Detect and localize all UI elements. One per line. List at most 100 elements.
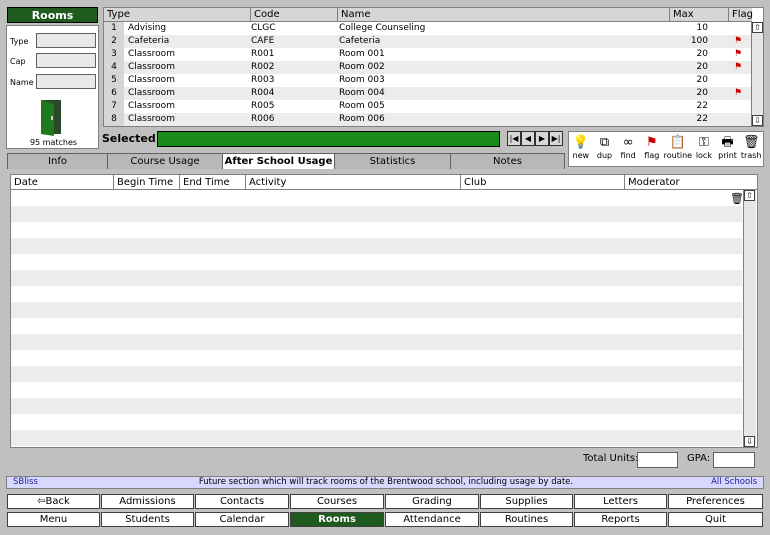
table-row[interactable]: 3 Classroom R001 Room 001 20 ⚑	[104, 48, 751, 61]
table-row[interactable]: 8 Classroom R006 Room 006 22	[104, 113, 751, 126]
toolbar-label: routine	[663, 151, 693, 160]
cell-max: 20	[696, 88, 708, 98]
table-row[interactable]: 5 Classroom R003 Room 003 20	[104, 74, 751, 87]
table-row[interactable]: 7 Classroom R005 Room 005 22	[104, 100, 751, 113]
nav-back-button[interactable]: ⇦Back	[7, 494, 100, 509]
nav-label: Reports	[601, 514, 640, 525]
cap-filter-input[interactable]	[36, 53, 96, 68]
nav-quit-button[interactable]: Quit	[668, 512, 763, 527]
delete-row-trash-icon[interactable]: 🗑	[730, 192, 744, 205]
nav-attendance-button[interactable]: Attendance	[385, 512, 479, 527]
filter-panel: Type Cap Name 95 matches	[6, 25, 99, 149]
next-record-icon[interactable]: ▶	[535, 131, 549, 146]
content-scrollbar[interactable]: ⇧ ⇩	[743, 190, 756, 447]
total-units-field	[637, 452, 678, 468]
list-item[interactable]	[11, 286, 742, 302]
list-item[interactable]	[11, 382, 742, 398]
selected-field[interactable]	[157, 131, 500, 147]
gpa-field	[713, 452, 755, 468]
cell-max: 22	[696, 101, 708, 111]
row-number: 3	[104, 48, 124, 61]
col-moderator[interactable]: Moderator	[625, 175, 757, 190]
col-flag[interactable]: Flag	[729, 8, 753, 22]
nav-admissions-button[interactable]: Admissions	[101, 494, 194, 509]
nav-menu-button[interactable]: Menu	[7, 512, 100, 527]
list-item[interactable]	[11, 414, 742, 430]
list-item[interactable]	[11, 254, 742, 270]
lock-button[interactable]: ⚿ lock	[692, 132, 716, 166]
print-button[interactable]: 🖶 print	[716, 132, 740, 166]
nav-supplies-button[interactable]: Supplies	[480, 494, 573, 509]
tab-after-school-usage[interactable]: After School Usage	[222, 153, 335, 169]
col-type[interactable]: Type	[104, 8, 251, 22]
list-item[interactable]	[11, 366, 742, 382]
key-icon: ⚿	[698, 135, 709, 150]
table-row[interactable]: 6 Classroom R004 Room 004 20 ⚑	[104, 87, 751, 100]
nav-contacts-button[interactable]: Contacts	[195, 494, 289, 509]
table-row[interactable]: 2 Cafeteria CAFE Cafeteria 100 ⚑	[104, 35, 751, 48]
col-name[interactable]: Name	[338, 8, 670, 22]
door-icon[interactable]	[38, 98, 68, 136]
nav-reports-button[interactable]: Reports	[574, 512, 667, 527]
list-item[interactable]	[11, 318, 742, 334]
nav-letters-button[interactable]: Letters	[574, 494, 667, 509]
nav-rooms-button[interactable]: Rooms	[290, 512, 384, 527]
tab-notes[interactable]: Notes	[450, 153, 565, 169]
list-item[interactable]	[11, 334, 742, 350]
routine-button[interactable]: 📋 routine	[664, 132, 692, 166]
nav-courses-button[interactable]: Courses	[290, 494, 384, 509]
list-item[interactable]	[11, 302, 742, 318]
prev-record-icon[interactable]: ◀	[521, 131, 535, 146]
table-row[interactable]: 4 Classroom R002 Room 002 20 ⚑	[104, 61, 751, 74]
cell-type: Classroom	[128, 75, 175, 85]
col-code[interactable]: Code	[251, 8, 338, 22]
new-button[interactable]: 💡 new	[569, 132, 593, 166]
scroll-up-arrow-icon[interactable]: ⇧	[752, 22, 763, 33]
nav-grading-button[interactable]: Grading	[385, 494, 479, 509]
col-club[interactable]: Club	[461, 175, 625, 190]
first-record-icon[interactable]: |◀	[507, 131, 521, 146]
list-item[interactable]	[11, 222, 742, 238]
tab-info[interactable]: Info	[7, 153, 108, 169]
nav-calendar-button[interactable]: Calendar	[195, 512, 289, 527]
col-date[interactable]: Date	[11, 175, 114, 190]
tab-course-usage[interactable]: Course Usage	[107, 153, 223, 169]
content-scroll-up-icon[interactable]: ⇧	[744, 190, 755, 201]
trash-button[interactable]: 🗑 trash	[739, 132, 763, 166]
list-item[interactable]	[11, 398, 742, 414]
list-item[interactable]	[11, 350, 742, 366]
nav-preferences-button[interactable]: Preferences	[668, 494, 763, 509]
cell-type: Classroom	[128, 88, 175, 98]
col-max[interactable]: Max	[670, 8, 729, 22]
scroll-down-arrow-icon[interactable]: ⇩	[752, 115, 763, 126]
status-scope[interactable]: All Schools	[711, 477, 757, 488]
list-item[interactable]	[11, 206, 742, 222]
record-navigation: |◀ ◀ ▶ ▶|	[507, 131, 563, 146]
nav-routines-button[interactable]: Routines	[480, 512, 573, 527]
col-end-time[interactable]: End Time	[180, 175, 246, 190]
cell-name: Room 003	[339, 75, 385, 85]
back-arrow-icon: ⇦	[37, 496, 46, 507]
content-scroll-down-icon[interactable]: ⇩	[744, 436, 755, 447]
toolbar-label: dup	[596, 151, 613, 160]
nav-label: Calendar	[219, 514, 265, 525]
table-scrollbar[interactable]: ⇧ ⇩	[751, 22, 763, 126]
col-activity[interactable]: Activity	[246, 175, 461, 190]
list-item[interactable]	[11, 430, 742, 446]
nav-students-button[interactable]: Students	[101, 512, 194, 527]
list-item[interactable]	[11, 190, 742, 206]
dup-button[interactable]: ⧉ dup	[593, 132, 617, 166]
list-item[interactable]	[11, 238, 742, 254]
trash-icon: 🗑	[742, 135, 760, 150]
find-button[interactable]: ∞ find	[616, 132, 640, 166]
type-filter-input[interactable]	[36, 33, 96, 48]
cell-code: R003	[251, 75, 275, 85]
col-begin-time[interactable]: Begin Time	[114, 175, 180, 190]
tab-statistics[interactable]: Statistics	[334, 153, 451, 169]
name-filter-input[interactable]	[36, 74, 96, 89]
list-item[interactable]	[11, 270, 742, 286]
table-row[interactable]: 1 Advising CLGC College Counseling 10	[104, 22, 751, 35]
cell-type: Advising	[128, 23, 167, 33]
last-record-icon[interactable]: ▶|	[549, 131, 563, 146]
flag-button[interactable]: ⚑ flag	[640, 132, 664, 166]
